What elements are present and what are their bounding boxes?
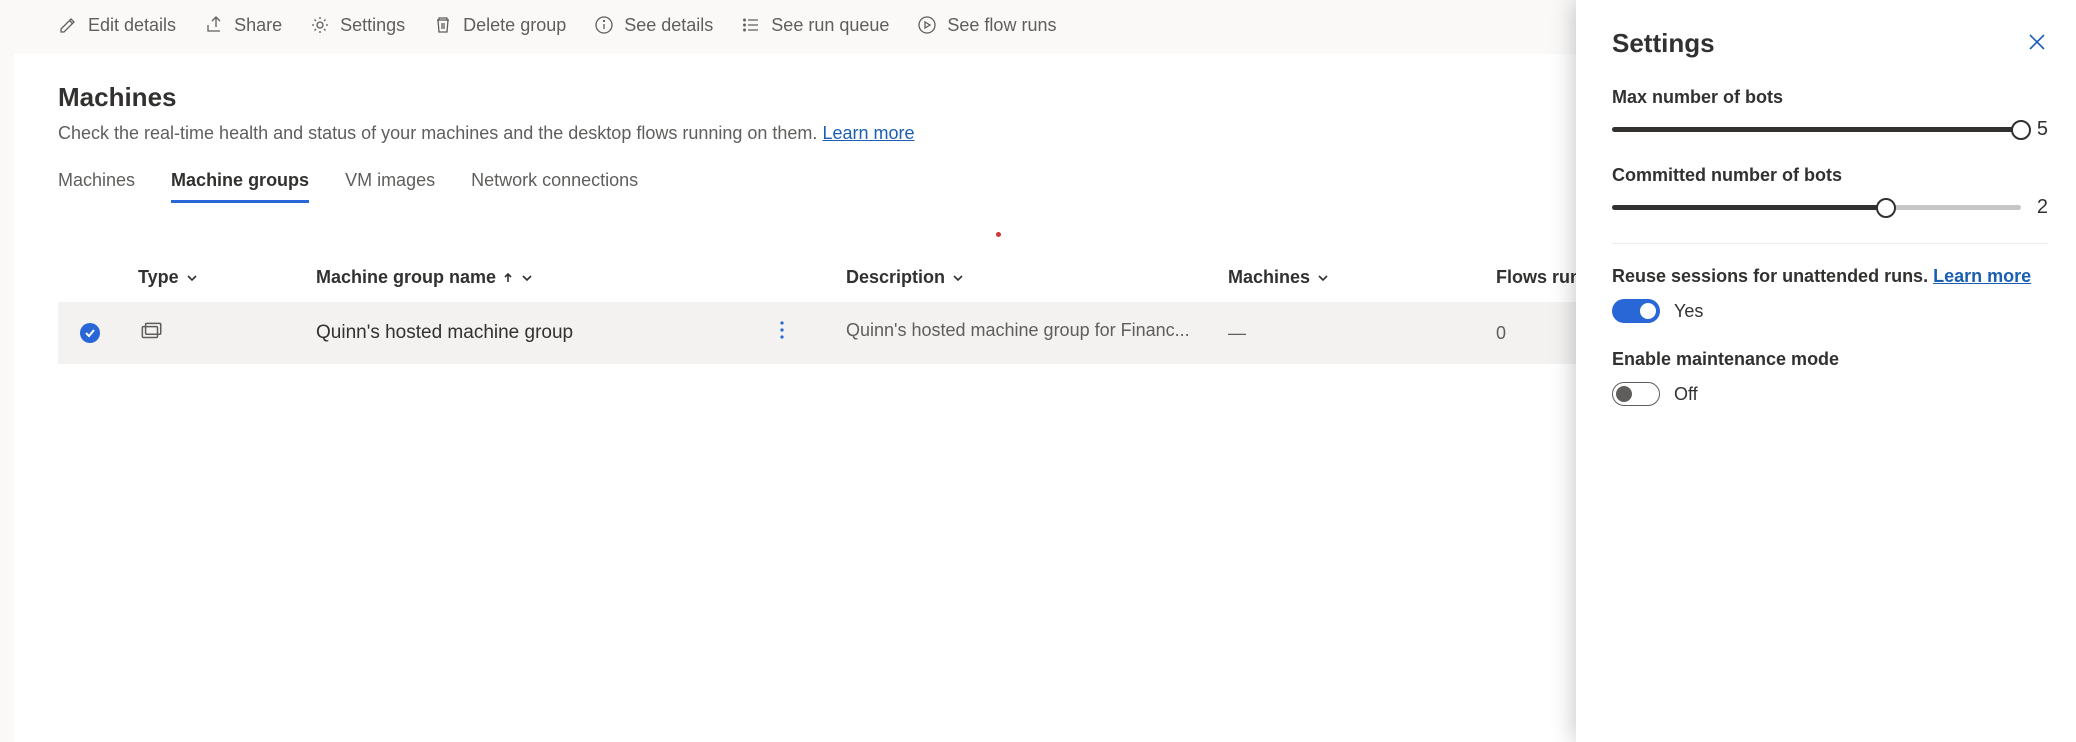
label: Edit details [88,15,176,36]
chevron-down-icon [1316,271,1330,285]
column-type-label: Type [138,267,179,288]
more-vertical-icon [770,318,794,342]
label: See run queue [771,15,889,36]
slider-fill [1612,205,1886,210]
reuse-sessions-toggle-text: Yes [1674,301,1703,322]
maintenance-mode-toggle[interactable] [1612,382,1660,406]
column-name[interactable]: Machine group name [316,267,534,288]
column-description-label: Description [846,267,945,288]
row-name: Quinn's hosted machine group [316,322,573,344]
chevron-down-icon [185,271,199,285]
toggle-knob [1640,303,1656,319]
play-circle-icon [917,15,937,35]
reuse-learn-more-link[interactable]: Learn more [1933,266,2031,286]
slider-thumb[interactable] [1876,198,1896,218]
see-details-button[interactable]: See details [594,15,713,36]
chevron-down-icon [951,271,965,285]
tab-network-connections[interactable]: Network connections [471,170,638,201]
share-button[interactable]: Share [204,15,282,36]
slider-thumb[interactable] [2011,120,2031,140]
close-button[interactable] [2026,31,2048,56]
info-icon [594,15,614,35]
reuse-sessions-text: Reuse sessions for unattended runs. [1612,266,1933,286]
row-machines: — [1228,323,1246,343]
settings-button[interactable]: Settings [310,15,405,36]
column-name-label: Machine group name [316,267,496,288]
label: See details [624,15,713,36]
max-bots-label: Max number of bots [1612,87,2048,108]
gear-icon [310,15,330,35]
column-machines[interactable]: Machines [1228,267,1330,288]
reuse-sessions-toggle[interactable] [1612,299,1660,323]
row-more-button[interactable] [770,318,846,348]
max-bots-slider[interactable] [1612,127,2021,132]
page-description-text: Check the real-time health and status of… [58,123,822,143]
divider [1612,243,2048,244]
close-icon [2026,31,2048,53]
row-flows: 0 [1496,323,1506,343]
edit-details-button[interactable]: Edit details [58,15,176,36]
reuse-sessions-label: Reuse sessions for unattended runs. Lear… [1612,266,2048,287]
sort-asc-icon [502,272,514,284]
label: See flow runs [947,15,1056,36]
see-run-queue-button[interactable]: See run queue [741,15,889,36]
committed-bots-label: Committed number of bots [1612,165,2048,186]
trash-icon [433,15,453,35]
learn-more-link[interactable]: Learn more [822,123,914,143]
max-bots-value: 5 [2037,118,2048,141]
share-icon [204,15,224,35]
maintenance-mode-toggle-text: Off [1674,384,1698,405]
see-flow-runs-button[interactable]: See flow runs [917,15,1056,36]
toggle-knob [1616,386,1632,402]
tab-vm-images[interactable]: VM images [345,170,435,201]
settings-title: Settings [1612,28,1715,59]
hosted-group-icon [138,328,164,348]
committed-bots-value: 2 [2037,196,2048,219]
column-machines-label: Machines [1228,267,1310,288]
slider-fill [1612,127,2021,132]
settings-panel: Settings Max number of bots 5 Committed … [1576,0,2076,742]
chevron-down-icon [520,271,534,285]
tab-machine-groups[interactable]: Machine groups [171,170,309,201]
label: Share [234,15,282,36]
check-icon [84,327,96,339]
maintenance-mode-label: Enable maintenance mode [1612,349,2048,370]
label: Settings [340,15,405,36]
label: Delete group [463,15,566,36]
indicator-dot [996,232,1001,237]
tab-machines[interactable]: Machines [58,170,135,201]
committed-bots-slider[interactable] [1612,205,2021,210]
pencil-icon [58,15,78,35]
column-type[interactable]: Type [138,267,199,288]
delete-group-button[interactable]: Delete group [433,15,566,36]
list-icon [741,15,761,35]
column-description[interactable]: Description [846,267,965,288]
row-description: Quinn's hosted machine group for Financ.… [846,320,1190,341]
row-checkbox[interactable] [80,323,100,343]
